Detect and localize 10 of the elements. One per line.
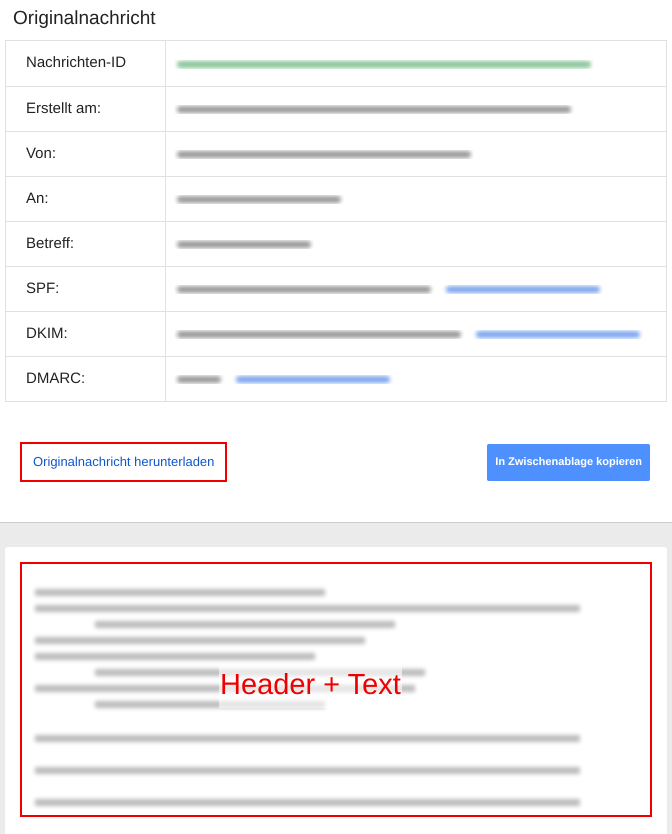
page-title: Originalnachricht: [12, 7, 157, 31]
field-label: Von:: [26, 144, 56, 164]
field-label: DKIM:: [26, 324, 68, 344]
field-label: An:: [26, 188, 49, 209]
field-label: SPF:: [26, 278, 60, 299]
field-label: Nachrichten-ID: [26, 53, 126, 74]
field-label: DMARC:: [26, 368, 86, 389]
field-label: Erstellt am:: [26, 98, 102, 119]
field-label: Betreff:: [26, 234, 74, 254]
download-link[interactable]: Originalnachricht herunterladen: [20, 442, 228, 482]
